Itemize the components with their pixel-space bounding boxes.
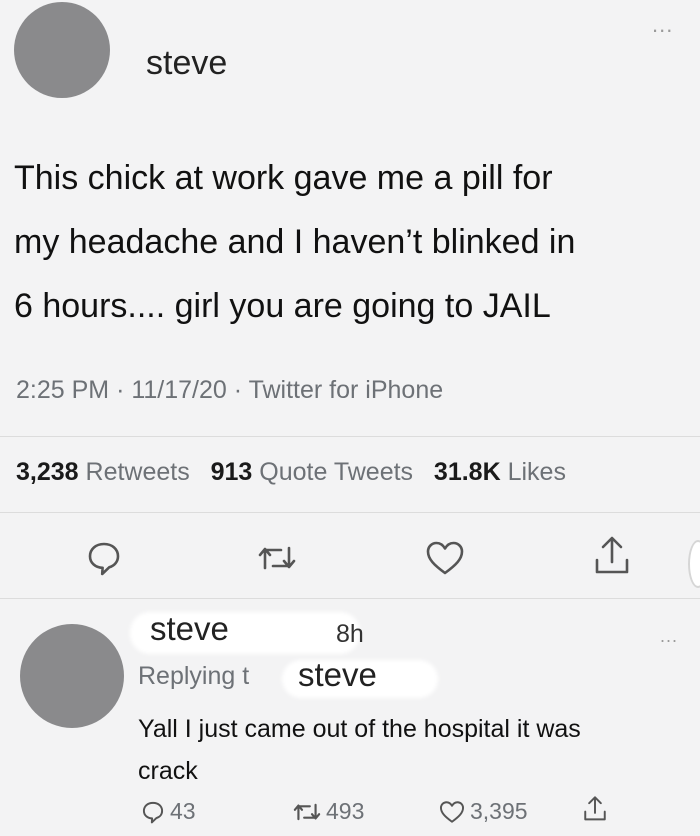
tweet-source[interactable]: Twitter for iPhone [249,376,444,404]
divider [0,598,700,599]
tweet-date: 11/17/20 [131,376,227,404]
tweet-text-line: 6 hours.... girl you are going to JAIL [14,287,551,325]
reply-likes-action[interactable]: 3,395 [438,798,528,825]
retweets-label: Retweets [85,458,190,486]
edge-artifact [688,540,700,588]
share-icon[interactable] [582,794,608,824]
reply-username[interactable]: steve [150,610,229,648]
likes-count: 31.8K [433,458,501,486]
tweet-time: 2:25 PM [16,376,110,404]
reply-more-options-icon[interactable]: ... [660,626,678,647]
quotes-count: 913 [210,458,253,486]
like-icon[interactable] [424,538,466,578]
meta-separator: · [233,376,243,404]
tweet-text-line: This chick at work gave me a pill for [14,159,553,197]
reply-count: 43 [170,798,196,824]
retweet-count: 493 [326,798,365,824]
quotes-stat[interactable]: 913 Quote Tweets [211,458,420,486]
retweets-stat[interactable]: 3,238 Retweets [16,458,197,486]
likes-stat[interactable]: 31.8K Likes [434,458,566,486]
replying-to-username[interactable]: steve [298,656,377,694]
tweet-meta: 2:25 PM · 11/17/20 · Twitter for iPhone [16,376,443,405]
reply-icon [140,799,166,825]
reply-avatar[interactable] [20,624,124,728]
like-icon [438,799,466,825]
replying-to-label: Replying t [138,662,250,690]
retweets-count: 3,238 [16,458,79,486]
tweet-stats: 3,238 Retweets 913 Quote Tweets 31.8K Li… [16,458,566,487]
reply-text-line: crack [138,757,198,785]
username[interactable]: steve [146,44,227,83]
reply-text-line: Yall I just came out of the hospital it … [138,715,581,743]
more-options-icon[interactable]: ... [652,12,673,38]
divider [0,436,700,437]
quotes-label: Quote Tweets [259,458,414,486]
retweet-icon[interactable] [256,540,298,576]
meta-separator: · [116,376,125,404]
reply-replies-action[interactable]: 43 [140,798,196,825]
avatar[interactable] [14,2,110,98]
retweet-icon [292,799,322,825]
reply-retweets-action[interactable]: 493 [292,798,364,825]
likes-label: Likes [507,458,566,486]
reply-text: Yall I just came out of the hospital it … [138,708,581,792]
reply-icon[interactable] [84,538,124,578]
reply-time: 8h [336,620,364,648]
divider [0,512,700,513]
tweet-text: This chick at work gave me a pill for my… [14,146,575,338]
tweet-text-line: my headache and I haven’t blinked in [14,223,576,261]
share-icon[interactable] [592,534,632,578]
like-count: 3,395 [470,798,528,824]
